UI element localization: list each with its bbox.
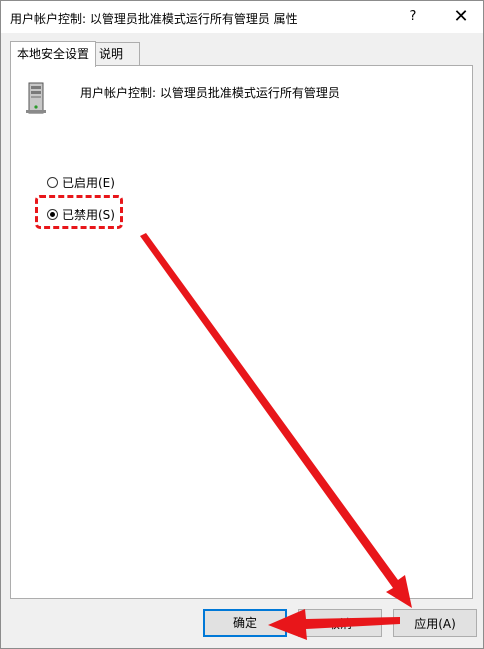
ok-button[interactable]: 确定 (203, 609, 287, 637)
apply-button[interactable]: 应用(A) (393, 609, 477, 637)
server-icon (26, 82, 46, 114)
tab-explain[interactable]: 说明 (94, 42, 140, 65)
policy-title: 用户帐户控制: 以管理员批准模式运行所有管理员 (80, 86, 340, 100)
help-button[interactable]: ? (398, 4, 428, 30)
radio-enabled-label: 已启用(E) (62, 176, 115, 190)
tab-local-security-setting[interactable]: 本地安全设置 (10, 41, 97, 67)
radio-enabled-indicator[interactable] (47, 177, 58, 188)
title-bar: 用户帐户控制: 以管理员批准模式运行所有管理员 属性 ? ✕ (1, 1, 483, 33)
annotation-highlight-box (35, 195, 123, 229)
cancel-button[interactable]: 取消 (298, 609, 382, 637)
window-title: 用户帐户控制: 以管理员批准模式运行所有管理员 属性 (10, 12, 298, 26)
settings-panel: 用户帐户控制: 以管理员批准模式运行所有管理员 已启用(E) 已禁用(S) (10, 65, 473, 599)
properties-dialog: 用户帐户控制: 以管理员批准模式运行所有管理员 属性 ? ✕ 本地安全设置 说明… (0, 0, 484, 649)
radio-enabled[interactable]: 已启用(E) (47, 174, 115, 191)
close-button[interactable]: ✕ (443, 2, 479, 32)
